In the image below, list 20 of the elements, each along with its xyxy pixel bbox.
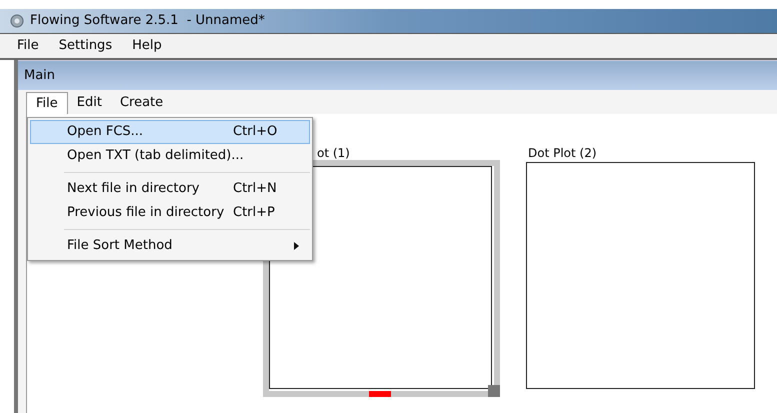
plot-title: Dot Plot (2) bbox=[527, 145, 598, 160]
window-title: Flowing Software 2.5.1 - Unnamed* bbox=[30, 12, 265, 30]
app-icon bbox=[10, 14, 24, 28]
menu-entry[interactable]: File Sort Method bbox=[30, 234, 310, 258]
panel-title: Main bbox=[24, 66, 56, 85]
menu-entry[interactable]: Open FCS... Ctrl+O bbox=[30, 120, 310, 144]
menu-entry[interactable]: Open TXT (tab delimited)... bbox=[30, 144, 310, 168]
menu-entry[interactable]: Previous file in directory Ctrl+P bbox=[30, 201, 310, 225]
plot-area[interactable] bbox=[526, 162, 755, 389]
tab[interactable]: File bbox=[26, 92, 68, 114]
menu-item[interactable]: Help bbox=[123, 34, 171, 58]
plot-title: ot (1) bbox=[316, 145, 351, 160]
resize-handle[interactable] bbox=[488, 385, 500, 397]
menu-item[interactable]: Settings bbox=[50, 34, 122, 58]
tab[interactable]: Edit bbox=[68, 92, 111, 114]
position-handle[interactable] bbox=[369, 391, 391, 397]
menu-item[interactable]: File bbox=[8, 34, 48, 58]
submenu-arrow-icon bbox=[294, 242, 299, 250]
menu-entry[interactable]: Next file in directory Ctrl+N bbox=[30, 177, 310, 201]
tab[interactable]: Create bbox=[110, 92, 172, 114]
